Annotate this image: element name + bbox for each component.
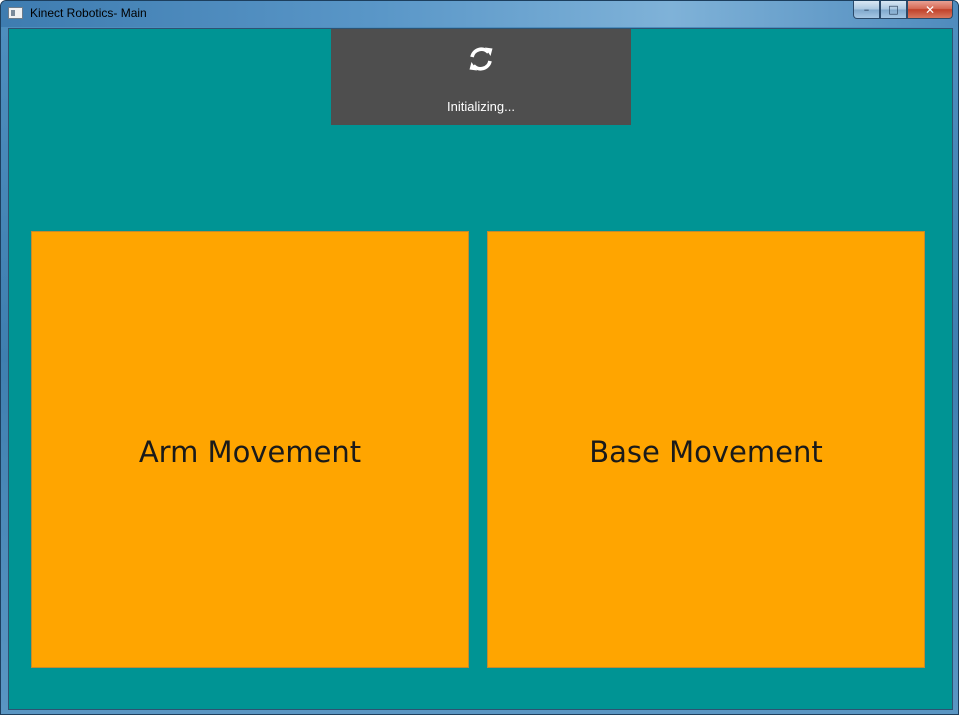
minimize-button[interactable]: – [853,1,880,19]
window-controls: – □ ✕ [853,1,953,20]
arm-movement-label: Arm Movement [138,434,362,469]
minimize-icon: – [863,3,870,16]
close-button[interactable]: ✕ [907,1,953,19]
maximize-button[interactable]: □ [880,1,907,19]
status-text: Initializing... [447,99,515,114]
app-window: Kinect Robotics- Main – □ ✕ Initializing… [0,0,959,715]
maximize-icon: □ [888,3,899,16]
status-panel: Initializing... [331,29,631,125]
base-movement-tile[interactable]: Base Movement [487,231,925,668]
main-content: Initializing... Arm Movement Base Moveme… [8,28,953,710]
arm-movement-tile[interactable]: Arm Movement [31,231,469,668]
base-movement-label: Base Movement [589,434,823,469]
app-window-icon[interactable] [8,7,23,19]
close-icon: ✕ [924,2,936,17]
title-bar[interactable]: Kinect Robotics- Main – □ ✕ [1,1,958,27]
window-title: Kinect Robotics- Main [30,6,147,20]
refresh-icon [469,47,493,71]
